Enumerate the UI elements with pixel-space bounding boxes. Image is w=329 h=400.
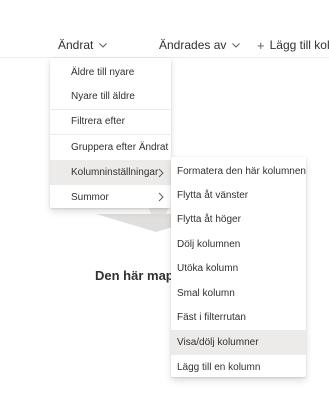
menu-item-label: Filtrera efter	[71, 116, 125, 128]
submenu-item-smal-kolumn[interactable]: Smal kolumn	[171, 281, 306, 305]
submenu-item-label: Smal kolumn	[177, 287, 235, 299]
submenu-item-label: Dölj kolumnen	[177, 238, 241, 250]
submenu-item-fast-i-filterrutan[interactable]: Fäst i filterrutan	[171, 305, 306, 329]
column-header-label: Ändrades av	[159, 38, 227, 52]
submenu-item-label: Formatera den här kolumnen	[177, 165, 306, 177]
page: Ändrat Ändrades av + Lägg till kolumn De…	[0, 0, 329, 400]
menu-item-label: Summor	[71, 191, 109, 203]
column-context-menu: Äldre till nyare Nyare till äldre Filtre…	[50, 58, 171, 208]
submenu-item-utoka-kolumn[interactable]: Utöka kolumn	[171, 257, 306, 281]
submenu-item-lagg-till-kolumn[interactable]: Lägg till en kolumn	[171, 355, 306, 379]
submenu-item-label: Flytta åt höger	[177, 214, 241, 226]
column-header-andrades-av[interactable]: Ändrades av	[159, 34, 241, 56]
menu-item-label: Kolumninställningar	[71, 167, 159, 179]
column-header-row: Ändrat Ändrades av + Lägg till kolumn	[0, 0, 329, 58]
submenu-item-label: Visa/dölj kolumner	[177, 337, 259, 349]
menu-item-kolumninstallningar[interactable]: Kolumninställningar	[50, 160, 171, 185]
menu-item-aldre-till-nyare[interactable]: Äldre till nyare	[50, 60, 171, 84]
submenu-item-label: Lägg till en kolumn	[177, 361, 261, 373]
empty-state-title: Den här mapp	[95, 268, 182, 283]
submenu-item-label: Utöka kolumn	[177, 263, 239, 275]
submenu-item-flytta-vanster[interactable]: Flytta åt vänster	[171, 183, 306, 207]
menu-item-nyare-till-aldre[interactable]: Nyare till äldre	[50, 84, 171, 108]
column-header-label: Ändrat	[58, 38, 94, 52]
menu-item-label: Äldre till nyare	[71, 66, 135, 78]
submenu-item-formatera[interactable]: Formatera den här kolumnen	[171, 159, 306, 183]
menu-item-summor[interactable]: Summor	[50, 185, 171, 209]
column-settings-submenu: Formatera den här kolumnen Flytta åt vän…	[171, 157, 306, 377]
menu-item-label: Gruppera efter Ändrat	[71, 141, 169, 153]
submenu-item-flytta-hoger[interactable]: Flytta åt höger	[171, 208, 306, 232]
chevron-down-icon	[231, 40, 241, 50]
submenu-item-label: Fäst i filterrutan	[177, 312, 246, 324]
menu-item-gruppera-efter[interactable]: Gruppera efter Ändrat	[50, 135, 171, 159]
chevron-down-icon	[98, 40, 108, 50]
submenu-item-visa-dolj-kolumner[interactable]: Visa/dölj kolumner	[171, 330, 306, 356]
menu-item-filtrera-efter[interactable]: Filtrera efter	[50, 110, 171, 134]
chevron-right-icon	[158, 168, 164, 178]
submenu-item-label: Flytta åt vänster	[177, 190, 249, 202]
chevron-right-icon	[158, 192, 164, 202]
add-column-button[interactable]: + Lägg till kolumn	[257, 34, 329, 56]
submenu-item-dolj-kolumnen[interactable]: Dölj kolumnen	[171, 232, 306, 256]
menu-item-label: Nyare till äldre	[71, 91, 135, 103]
plus-icon: +	[257, 37, 265, 53]
column-header-andrat[interactable]: Ändrat	[58, 34, 108, 56]
add-column-label: Lägg till kolumn	[269, 38, 329, 52]
